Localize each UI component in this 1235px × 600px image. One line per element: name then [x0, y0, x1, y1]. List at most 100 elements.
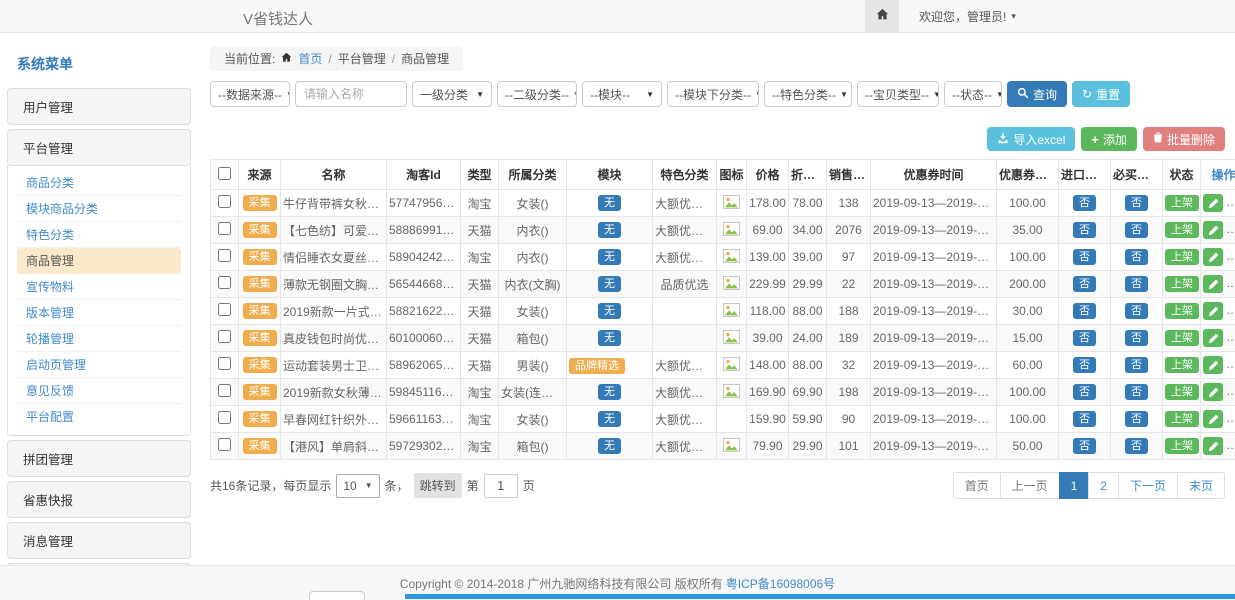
edit-button[interactable] — [1203, 410, 1223, 428]
edit-button[interactable] — [1203, 221, 1223, 239]
module-badge[interactable]: 无 — [598, 303, 621, 319]
filter-select[interactable]: --数据来源--▼ — [210, 81, 290, 107]
module-badge[interactable]: 无 — [598, 411, 621, 427]
page-button-下一页[interactable]: 下一页 — [1118, 472, 1178, 499]
row-checkbox[interactable] — [218, 303, 231, 316]
module-badge[interactable]: 无 — [598, 195, 621, 211]
module-badge[interactable]: 无 — [598, 330, 621, 346]
batch-delete-button[interactable]: 批量删除 — [1143, 127, 1225, 151]
jump-button[interactable]: 跳转到 — [414, 473, 462, 498]
sidebar-group-消息管理[interactable]: 消息管理 — [7, 522, 191, 559]
sidebar-item-版本管理[interactable]: 版本管理 — [17, 300, 181, 326]
must-buy-toggle[interactable]: 否 — [1125, 411, 1148, 427]
page-button-首页[interactable]: 首页 — [953, 472, 1001, 499]
add-button[interactable]: + 添加 — [1081, 127, 1137, 151]
filter-select[interactable]: --模块--▼ — [582, 81, 662, 107]
filter-select[interactable]: --模块下分类--▼ — [667, 81, 759, 107]
page-button-1[interactable]: 1 — [1059, 472, 1090, 499]
import-pick-toggle[interactable]: 否 — [1073, 330, 1096, 346]
must-buy-toggle[interactable]: 否 — [1125, 438, 1148, 454]
must-buy-toggle[interactable]: 否 — [1125, 276, 1148, 292]
module-badge[interactable]: 无 — [598, 222, 621, 238]
status-toggle[interactable]: 上架 — [1165, 438, 1199, 454]
filter-select[interactable]: --特色分类--▼ — [764, 81, 852, 107]
sidebar-item-启动页管理[interactable]: 启动页管理 — [17, 352, 181, 378]
row-checkbox[interactable] — [218, 438, 231, 451]
module-badge[interactable]: 无 — [598, 276, 621, 292]
edit-button[interactable] — [1203, 248, 1223, 266]
product-image-icon[interactable] — [723, 279, 740, 293]
breadcrumb-home-link[interactable]: 首页 — [298, 50, 322, 67]
filter-select[interactable]: --宝贝类型--▼ — [857, 81, 939, 107]
import-pick-toggle[interactable]: 否 — [1073, 249, 1096, 265]
status-toggle[interactable]: 上架 — [1165, 195, 1199, 211]
sidebar-item-模块商品分类[interactable]: 模块商品分类 — [17, 196, 181, 222]
import-pick-toggle[interactable]: 否 — [1073, 438, 1096, 454]
import-pick-toggle[interactable]: 否 — [1073, 222, 1096, 238]
sidebar-item-轮播管理[interactable]: 轮播管理 — [17, 326, 181, 352]
status-toggle[interactable]: 上架 — [1165, 303, 1199, 319]
product-image-icon[interactable] — [723, 306, 740, 320]
module-badge[interactable]: 无 — [598, 384, 621, 400]
import-pick-toggle[interactable]: 否 — [1073, 276, 1096, 292]
home-button[interactable] — [865, 0, 899, 32]
must-buy-toggle[interactable]: 否 — [1125, 357, 1148, 373]
must-buy-toggle[interactable]: 否 — [1125, 303, 1148, 319]
product-image-icon[interactable] — [723, 360, 740, 374]
status-toggle[interactable]: 上架 — [1165, 384, 1199, 400]
edit-button[interactable] — [1203, 383, 1223, 401]
product-image-icon[interactable] — [723, 441, 740, 455]
edit-button[interactable] — [1203, 437, 1223, 455]
icp-link[interactable]: 粤ICP备16098006号 — [726, 575, 835, 592]
module-badge[interactable]: 无 — [598, 438, 621, 454]
page-button-末页[interactable]: 末页 — [1177, 472, 1225, 499]
status-toggle[interactable]: 上架 — [1165, 330, 1199, 346]
select-all-checkbox[interactable] — [218, 167, 231, 180]
status-toggle[interactable]: 上架 — [1165, 276, 1199, 292]
row-checkbox[interactable] — [218, 195, 231, 208]
row-checkbox[interactable] — [218, 411, 231, 424]
edit-button[interactable] — [1203, 194, 1223, 212]
product-image-icon[interactable] — [723, 225, 740, 239]
edit-button[interactable] — [1203, 302, 1223, 320]
import-pick-toggle[interactable]: 否 — [1073, 195, 1096, 211]
status-toggle[interactable]: 上架 — [1165, 357, 1199, 373]
import-pick-toggle[interactable]: 否 — [1073, 411, 1096, 427]
status-toggle[interactable]: 上架 — [1165, 249, 1199, 265]
jump-page-input[interactable] — [484, 474, 518, 498]
must-buy-toggle[interactable]: 否 — [1125, 249, 1148, 265]
module-badge[interactable]: 品牌精选 — [569, 358, 625, 374]
page-button-2[interactable]: 2 — [1088, 472, 1119, 499]
status-toggle[interactable]: 上架 — [1165, 411, 1199, 427]
sidebar-item-商品分类[interactable]: 商品分类 — [17, 170, 181, 196]
search-button[interactable]: 查询 — [1007, 81, 1067, 107]
row-checkbox[interactable] — [218, 384, 231, 397]
must-buy-toggle[interactable]: 否 — [1125, 222, 1148, 238]
must-buy-toggle[interactable]: 否 — [1125, 195, 1148, 211]
sidebar-group-拼团管理[interactable]: 拼团管理 — [7, 440, 191, 477]
sidebar-item-平台配置[interactable]: 平台配置 — [17, 404, 181, 429]
user-menu[interactable]: 欢迎您，管理员! ▾ — [919, 8, 1016, 25]
row-checkbox[interactable] — [218, 330, 231, 343]
product-image-icon[interactable] — [723, 333, 740, 347]
product-image-icon[interactable] — [723, 198, 740, 212]
filter-select[interactable]: --状态--▼ — [944, 81, 1002, 107]
sidebar-item-特色分类[interactable]: 特色分类 — [17, 222, 181, 248]
import-pick-toggle[interactable]: 否 — [1073, 303, 1096, 319]
edit-button[interactable] — [1203, 356, 1223, 374]
sidebar-item-商品管理[interactable]: 商品管理 — [17, 248, 181, 274]
name-search-input[interactable] — [295, 81, 407, 107]
filter-select[interactable]: 一级分类▼ — [412, 81, 492, 107]
row-checkbox[interactable] — [218, 222, 231, 235]
sidebar-item-宣传物料[interactable]: 宣传物料 — [17, 274, 181, 300]
status-toggle[interactable]: 上架 — [1165, 222, 1199, 238]
sidebar-group-省惠快报[interactable]: 省惠快报 — [7, 481, 191, 518]
reset-button[interactable]: ↻ 重置 — [1072, 81, 1130, 107]
import-pick-toggle[interactable]: 否 — [1073, 384, 1096, 400]
product-image-icon[interactable] — [723, 387, 740, 401]
edit-button[interactable] — [1203, 329, 1223, 347]
module-badge[interactable]: 无 — [598, 249, 621, 265]
edit-button[interactable] — [1203, 275, 1223, 293]
must-buy-toggle[interactable]: 否 — [1125, 330, 1148, 346]
sidebar-group-平台管理[interactable]: 平台管理 — [7, 129, 191, 166]
